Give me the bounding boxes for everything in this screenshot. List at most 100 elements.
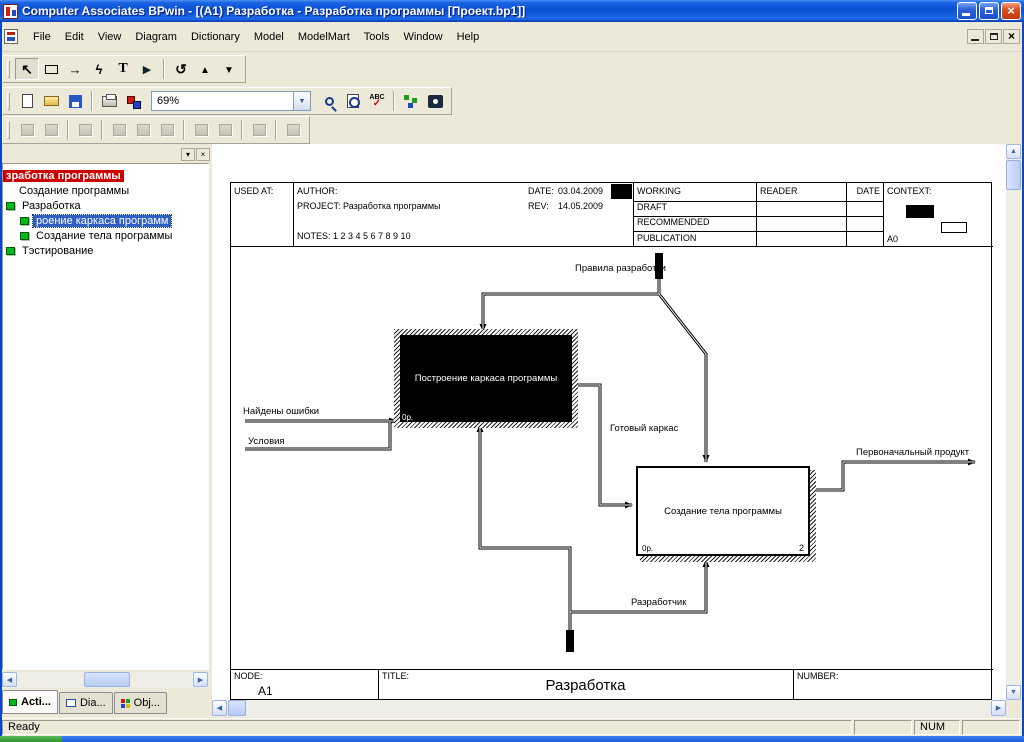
arrow-label-naydeny-oshibki[interactable]: Найдены ошибки [243,406,319,417]
menu-item-help[interactable]: Help [450,28,487,46]
scroll-thumb[interactable] [1006,160,1021,190]
diagram-canvas[interactable]: USED AT: AUTHOR: DATE: 03.04.2009 PROJEC… [212,144,1006,700]
start-button-edge[interactable] [0,736,62,742]
tree-item-razrabotka[interactable]: Разработка [3,198,208,213]
squiggle-tool-button[interactable] [87,58,111,80]
scroll-right-button[interactable]: ▶ [193,672,208,687]
scroll-down-button[interactable]: ▼ [1006,685,1021,700]
menu-item-modelmart[interactable]: ModelMart [291,28,357,46]
tree-item-label: зработка программы [3,170,124,182]
restore-button[interactable] [979,2,999,20]
activity-box-1-cost: 0р. [402,413,413,422]
menu-item-edit[interactable]: Edit [58,28,91,46]
panel-horizontal-scrollbar[interactable]: ◀ ▶ [2,672,208,688]
menu-item-window[interactable]: Window [396,28,449,46]
up-triangle-icon [200,62,210,76]
mdi-minimize-button[interactable] [967,29,984,44]
scroll-left-button[interactable]: ◀ [2,672,17,687]
arrow-label-usloviya[interactable]: Условия [248,436,285,447]
mdi-close-button[interactable]: × [1003,29,1020,44]
activity-box-2-label: Создание тела программы [664,506,782,517]
spell-check-button[interactable] [365,90,389,112]
open-folder-icon [44,96,59,106]
undo-icon [175,61,187,78]
mdi-restore-icon [990,33,998,40]
tab-activities[interactable]: Acti... [2,690,58,714]
activity-box-tool-button[interactable] [39,58,63,80]
text-tool-button[interactable] [111,58,135,80]
panel-close-button[interactable]: × [196,148,210,161]
tree-item-sozdanie-tela[interactable]: Создание тела программы [3,228,208,243]
tree-item-model[interactable]: зработка программы [3,168,208,183]
scroll-thumb[interactable] [84,672,130,687]
tree-item-postroenie-karkasa[interactable]: роение каркаса программ [3,213,208,228]
activity-box-1-body[interactable]: Построение каркаса программы 0р. [400,335,572,422]
print-button[interactable] [97,90,121,112]
mdi-restore-button[interactable] [985,29,1002,44]
menu-item-diagram[interactable]: Diagram [128,28,184,46]
diagram-arrows [212,144,1006,700]
arrow-label-pervonachalnyi-produkt[interactable]: Первоначальный продукт [856,447,969,458]
drawing-toolbar [0,52,1024,86]
zoom-combobox[interactable]: 69% ▼ [151,91,311,111]
modelmart-button-2 [39,119,63,141]
scroll-left-button[interactable]: ◀ [212,700,227,716]
panel-menu-button[interactable]: ▾ [181,148,195,161]
menu-item-view[interactable]: View [91,28,129,46]
tab-label: Obj... [134,697,160,709]
minimize-button[interactable] [957,2,977,20]
menu-item-model[interactable]: Model [247,28,291,46]
color-palette-button[interactable] [121,90,145,112]
taskbar-strip [0,736,1024,742]
tree-item-sozdanie-programmy[interactable]: Создание программы [3,183,208,198]
zoom-in-button[interactable] [317,90,341,112]
activity-box-1[interactable]: Построение каркаса программы 0р. [394,329,578,428]
menu-item-tools[interactable]: Tools [357,28,397,46]
modelmart-icon [137,124,150,136]
drilldown-tool-button[interactable] [135,58,159,80]
menu-item-dictionary[interactable]: Dictionary [184,28,247,46]
save-button[interactable] [63,90,87,112]
modelmart-icon [113,124,126,136]
undo-button[interactable] [169,58,193,80]
toolbar-grip[interactable] [7,60,10,78]
horizontal-scrollbar[interactable]: ◀ ▶ [212,700,1006,717]
toolbar-grip[interactable] [7,121,10,139]
scroll-right-button[interactable]: ▶ [991,700,1006,716]
combo-dropdown-button[interactable]: ▼ [293,92,310,110]
pointer-tool-button[interactable] [15,58,39,80]
model-explorer-tree: зработка программы Создание программы Ра… [2,163,209,670]
magnifier-icon [325,97,334,106]
vertical-scrollbar[interactable]: ▲ ▼ [1006,144,1022,700]
activity-icon [20,232,29,240]
mdi-minimize-icon [971,39,979,41]
arrow-label-pravila-razrabotki[interactable]: Правила разработки [575,263,666,274]
spell-check-icon [369,94,384,109]
scroll-up-button[interactable]: ▲ [1006,144,1021,159]
open-button[interactable] [39,90,63,112]
model-explorer-button[interactable] [399,90,423,112]
arrow-label-gotovyi-karkas[interactable]: Готовый каркас [610,423,678,434]
scroll-thumb[interactable] [228,700,246,716]
activities-tab-icon [9,699,17,706]
arrow-tool-button[interactable] [63,58,87,80]
arrow-icon [69,62,82,77]
pointer-icon [21,61,33,78]
new-button[interactable] [15,90,39,112]
diagram-navigator-button[interactable] [423,90,447,112]
tab-diagrams[interactable]: Dia... [59,692,113,714]
activity-box-2[interactable]: Создание тела программы 0р. 2 [636,466,810,556]
child-diagram-button[interactable] [217,58,241,80]
close-button[interactable]: × [1001,2,1021,20]
zoom-page-button[interactable] [341,90,365,112]
palette-icon [127,95,140,108]
toolbar-grip[interactable] [7,92,10,110]
tree-item-testirovanie[interactable]: Тэстирование [3,243,208,258]
tab-objects[interactable]: Obj... [114,692,167,714]
modelmart-icon [195,124,208,136]
parent-diagram-button[interactable] [193,58,217,80]
activity-box-2-cost: 0р. [642,544,653,553]
arrow-label-razrabotchik[interactable]: Разработчик [631,597,686,608]
magnifier-page-icon [347,94,359,108]
menu-item-file[interactable]: File [26,28,58,46]
